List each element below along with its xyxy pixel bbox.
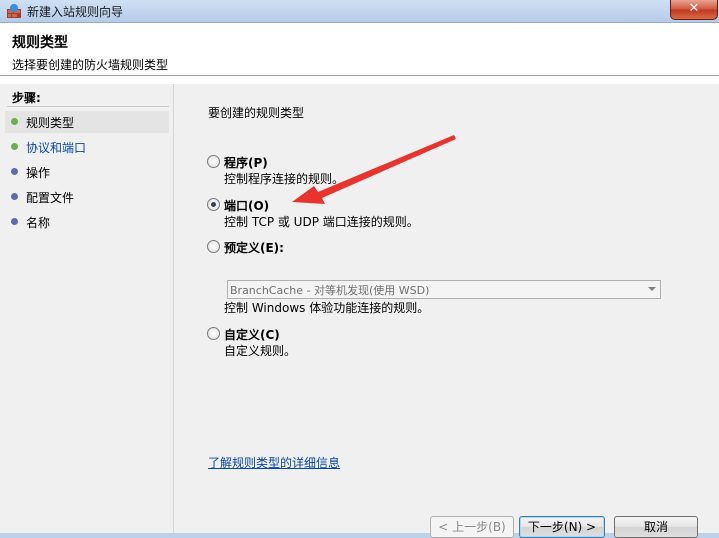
- predefined-select-value: BranchCache - 对等机发现(使用 WSD): [230, 284, 430, 297]
- step-complete-dot-icon: [11, 143, 18, 150]
- step-pending-dot-icon: [11, 193, 18, 200]
- next-button[interactable]: 下一步(N) >: [519, 516, 605, 538]
- back-button[interactable]: < 上一步(B): [430, 516, 514, 538]
- step-pending-dot-icon: [11, 168, 18, 175]
- step-complete-dot-icon: [11, 118, 18, 125]
- step-label: 名称: [26, 216, 51, 230]
- step-label: 规则类型: [26, 116, 75, 130]
- wizard-window: 规则类型 选择要创建的防火墙规则类型 步骤: 规则类型 协议和端口 操作 配置文…: [0, 22, 719, 538]
- close-button[interactable]: ✕: [670, 0, 718, 20]
- option-label: 自定义(C): [224, 328, 280, 342]
- steps-label: 步骤:: [12, 91, 41, 105]
- option-description: 控制程序连接的规则。: [224, 172, 345, 186]
- step-pending-dot-icon: [11, 218, 18, 225]
- option-label: 预定义(E):: [224, 241, 284, 255]
- port-radio[interactable]: [207, 198, 220, 211]
- title-bar: 新建入站规则向导 ✕: [0, 0, 719, 22]
- step-rule-type[interactable]: 规则类型: [5, 111, 169, 133]
- step-profile[interactable]: 配置文件: [5, 186, 169, 208]
- page-title: 规则类型: [12, 35, 68, 51]
- step-name[interactable]: 名称: [5, 211, 169, 233]
- step-label: 操作: [26, 166, 51, 180]
- predefined-select[interactable]: BranchCache - 对等机发现(使用 WSD): [227, 280, 661, 299]
- steps-divider: [7, 106, 169, 107]
- program-radio[interactable]: [207, 155, 220, 168]
- close-icon: ✕: [688, 1, 700, 16]
- wizard-header: 规则类型 选择要创建的防火墙规则类型: [0, 23, 719, 76]
- rule-type-heading: 要创建的规则类型: [208, 106, 305, 120]
- step-action[interactable]: 操作: [5, 161, 169, 183]
- option-description: 自定义规则。: [224, 344, 297, 358]
- cancel-button[interactable]: 取消: [614, 516, 698, 538]
- predefined-radio[interactable]: [207, 240, 220, 253]
- option-description: 控制 Windows 体验功能连接的规则。: [224, 301, 430, 315]
- dropdown-arrow-icon: [648, 287, 656, 291]
- window-title: 新建入站规则向导: [27, 5, 124, 19]
- learn-more-link[interactable]: 了解规则类型的详细信息: [208, 454, 340, 471]
- firewall-app-icon: [7, 4, 21, 18]
- wizard-content: 要创建的规则类型 程序(P) 控制程序连接的规则。 端口(O) 控制 TCP 或…: [174, 84, 719, 538]
- page-subtitle: 选择要创建的防火墙规则类型: [12, 58, 169, 72]
- step-label: 配置文件: [26, 191, 75, 205]
- steps-sidebar: 步骤: 规则类型 协议和端口 操作 配置文件 名称: [0, 84, 174, 533]
- custom-radio[interactable]: [207, 327, 220, 340]
- step-label: 协议和端口: [26, 141, 87, 155]
- step-protocol-and-ports[interactable]: 协议和端口: [5, 136, 169, 158]
- option-description: 控制 TCP 或 UDP 端口连接的规则。: [224, 215, 419, 229]
- option-label: 程序(P): [224, 156, 268, 170]
- option-label: 端口(O): [224, 199, 270, 213]
